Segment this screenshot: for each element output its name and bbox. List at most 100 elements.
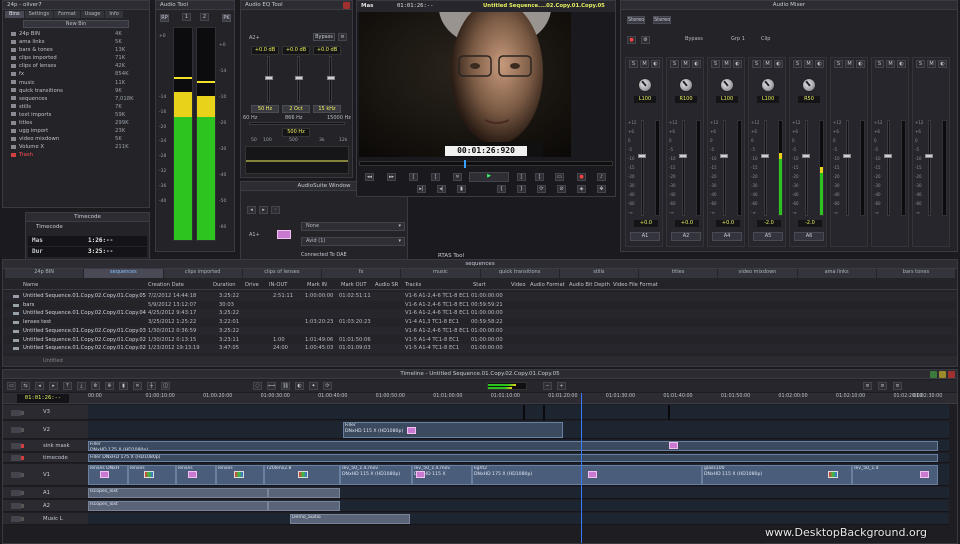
effect-icon[interactable] [100,471,109,478]
eq-slider-knob[interactable] [295,76,303,80]
mixer-record-icon[interactable]: ● [627,36,636,44]
bin-tab[interactable]: stills [559,269,638,278]
clip-audio-a1-b[interactable] [268,488,340,498]
volume-fader-track[interactable] [682,120,685,216]
timeline-ruler[interactable]: 00:00 01:00:10:00 01:00:20:00 01:00:30:00 01… [88,393,949,404]
col-audio-sr[interactable]: Audio SR [375,280,398,290]
mono-stereo-icon[interactable]: ◐ [938,60,947,68]
volume-fader-knob[interactable] [720,154,728,158]
effect-icon[interactable] [144,471,154,478]
track-label[interactable]: A6 [794,232,824,241]
record-icon[interactable]: ● [577,173,586,181]
splice-icon[interactable]: ▭ [555,173,564,181]
mixer-mode-select-2[interactable]: Stereo [653,16,671,24]
effect-icon[interactable] [669,442,678,449]
mono-stereo-icon[interactable]: ◐ [856,60,865,68]
track-label[interactable]: A4 [712,232,742,241]
gain-value[interactable]: -2.0 [798,220,822,227]
effect-icon[interactable] [188,471,197,478]
trim-icon[interactable]: ⟺ [267,382,276,390]
mute-icon[interactable]: M [763,60,772,68]
position-indicator[interactable] [464,160,466,168]
grab-icon[interactable]: ✥ [597,185,606,193]
track-record-icon[interactable] [21,504,24,508]
mark-in-icon[interactable]: [ [409,173,418,181]
gain-value[interactable]: +0.0 [716,220,740,227]
pan-knob[interactable] [638,78,652,92]
effect-icon[interactable] [407,427,416,434]
track-patch-icon[interactable] [11,472,21,478]
channel-2-icon[interactable]: 2 [200,13,209,21]
clip-filler-timecode[interactable]: Filler DNxHD 175 X (HD1080p) [88,454,938,462]
table-row[interactable]: bars 5/9/2012 13:12:07 30:03 V1-6 A1-2,4… [3,301,957,310]
col-in-out[interactable]: IN-OUT [269,280,287,290]
extract-icon[interactable]: ◂| [437,185,446,193]
solo-icon[interactable]: S [916,60,925,68]
bin-item[interactable]: Volume X 211K [3,143,149,151]
volume-fader-knob[interactable] [679,154,687,158]
eq-slider-knob[interactable] [265,76,273,80]
solo-icon[interactable]: S [752,60,761,68]
bin-item[interactable]: fx 854K [3,70,149,78]
bin-item[interactable]: titles 299K [3,119,149,127]
clip-audio-a1[interactable]: Iscopes_lost [88,488,268,498]
bin-item[interactable]: text imports 59K [3,111,149,119]
track-record-icon[interactable] [21,517,24,521]
clip-v1[interactable]: light2 DNxHD 175 X (HD1080p) [472,465,702,485]
mono-stereo-icon[interactable]: ◐ [774,60,783,68]
bin-tab[interactable]: bars tones [876,269,955,278]
pan-knob[interactable] [720,78,734,92]
mute-icon[interactable]: M [845,60,854,68]
mono-stereo-icon[interactable]: ◐ [692,60,701,68]
track-header[interactable]: A1 [3,487,88,499]
eq-band-high[interactable]: 15 kHz [313,105,341,113]
play-icon[interactable]: ▶ [469,172,509,182]
track-label[interactable]: A2 [671,232,701,241]
go-in-icon[interactable]: { [497,185,506,193]
audiosuite-icon-2[interactable]: ▸ [259,206,268,214]
audio-icon[interactable]: ♪ [597,173,606,181]
track-header[interactable]: sink mask [3,440,88,452]
clip-filler-v2[interactable]: Filler DNxHD 115 X (HD1080p) [343,422,563,438]
bin-tab[interactable]: video mixdown [718,269,797,278]
track-lane[interactable] [88,513,949,525]
bin-item[interactable]: 24p BIN 4K [3,30,149,38]
mono-stereo-icon[interactable]: ◐ [733,60,742,68]
solo-icon[interactable]: S [793,60,802,68]
clip-music[interactable]: Demo_audio [290,514,410,524]
pan-knob[interactable] [802,78,816,92]
volume-fader-track[interactable] [723,120,726,216]
effect-icon[interactable]: ✦ [309,382,318,390]
mono-stereo-icon[interactable]: ◐ [815,60,824,68]
splice-in-icon[interactable]: ◂ [35,382,44,390]
mixer-clip-label[interactable]: Clip [761,36,770,42]
col-mark-in[interactable]: Mark IN [307,280,327,290]
close-icon[interactable] [948,371,955,378]
solo-icon[interactable]: S [834,60,843,68]
pk-button[interactable]: PK [222,14,231,22]
bin-tab[interactable]: quick transitions [480,269,559,278]
mute-icon[interactable]: M [927,60,936,68]
track-record-icon[interactable] [21,410,24,415]
effect-icon[interactable] [298,471,308,478]
col-video-file-format[interactable]: Video File Format [613,280,658,290]
col-audio-bit-depth[interactable]: Audio Bit Depth [569,280,610,290]
bin-item[interactable]: ugg import 23K [3,127,149,135]
volume-fader-track[interactable] [641,120,644,216]
match-frame-icon[interactable]: ◈ [577,185,586,193]
video-quality-icon[interactable]: ▭ [7,382,16,390]
track-label[interactable]: A1 [630,232,660,241]
clip-audio-a2-b[interactable] [268,501,340,511]
table-row[interactable]: Untitled Sequence.01.Copy.02.Copy.01.Cop… [3,344,957,353]
plugin-icon[interactable] [277,230,291,239]
lasso-icon[interactable]: ◌ [253,382,262,390]
eq-high-db[interactable]: +0.0 dB [313,46,341,55]
tab-usage[interactable]: Usage [80,11,105,18]
bin-item[interactable]: clips of lenses 42K [3,62,149,70]
track-record-icon[interactable] [21,444,24,448]
audiosuite-icon-1[interactable]: ◂ [247,206,256,214]
volume-fader-knob[interactable] [925,154,933,158]
mono-stereo-icon[interactable]: ◐ [897,60,906,68]
clear-marks-icon[interactable]: ✕ [133,382,142,390]
col-audio-format[interactable]: Audio Format [530,280,565,290]
